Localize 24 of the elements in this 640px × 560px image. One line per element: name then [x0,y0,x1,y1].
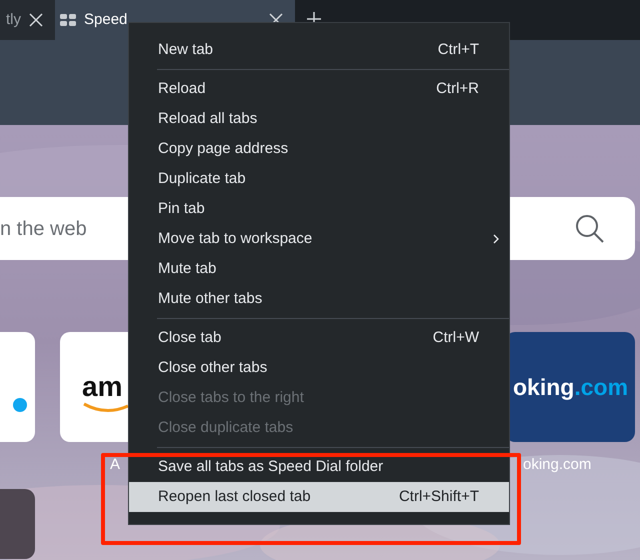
menu-item[interactable]: Reopen last closed tab Ctrl+Shift+T [129,482,509,512]
tab-title: Speed [84,10,128,30]
speed-dial-tile[interactable] [0,488,35,558]
menu-item[interactable]: Reload all tabs [129,104,509,134]
menu-item[interactable]: Save all tabs as Speed Dial folder [129,452,509,482]
tab-title: tly [6,10,21,30]
menu-item[interactable]: Move tab to workspace [129,224,509,254]
menu-item[interactable]: Copy page address [129,134,509,164]
menu-item[interactable]: Mute tab [129,254,509,284]
shortcut-text: Ctrl+T [438,40,479,60]
close-icon[interactable] [29,13,43,27]
menu-item[interactable]: Pin tab [129,194,509,224]
tile-caption: oking.com [522,455,592,475]
menu-item[interactable]: Reload Ctrl+R [129,74,509,104]
search-icon[interactable] [575,214,605,244]
tile-caption: A [110,455,120,475]
menu-item[interactable]: Duplicate tab [129,164,509,194]
logo-text: am [82,373,122,401]
shortcut-text: Ctrl+W [432,328,479,348]
shortcut-text: Ctrl+R [436,78,479,99]
menu-item[interactable]: Mute other tabs [129,284,509,314]
shortcut-text: Ctrl+Shift+T [398,486,479,507]
browser-tab[interactable]: tly [0,0,55,40]
logo-text: oking.com [513,376,628,398]
